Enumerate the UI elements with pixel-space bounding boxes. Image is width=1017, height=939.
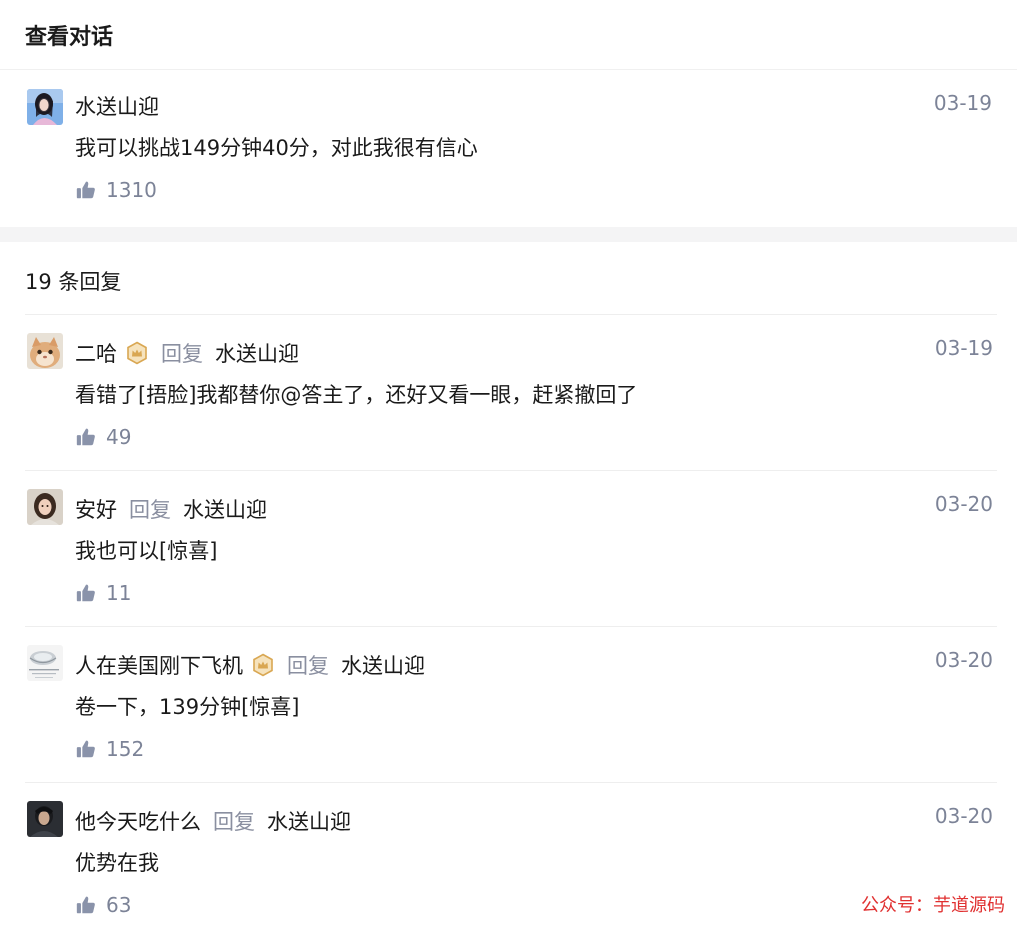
avatar[interactable]	[27, 333, 63, 369]
author-name[interactable]: 水送山迎	[75, 91, 159, 121]
like-button[interactable]: 11	[75, 578, 997, 608]
root-comment: 水送山迎 03-19 我可以挑战149分钟40分，对此我很有信心 1310	[0, 70, 1017, 227]
comment-date: 03-20	[934, 804, 993, 828]
author-name[interactable]: 他今天吃什么	[75, 806, 201, 836]
comment-date: 03-19	[934, 336, 993, 360]
thumbs-up-icon	[76, 584, 95, 602]
reply-item: 人在美国刚下飞机 回复 水送山迎 03-20 卷一下，139分钟[惊喜] 152	[25, 627, 997, 783]
reply-item: 二哈 回复 水送山迎 03-19 看错了[捂脸]我都替你@答主了，还好又看一眼，…	[25, 315, 997, 471]
section-divider	[0, 227, 1017, 242]
like-button[interactable]: 63	[75, 890, 997, 920]
thumbs-up-icon	[76, 428, 95, 446]
comment-text: 我可以挑战149分钟40分，对此我很有信心	[75, 136, 478, 160]
reply-label: 回复	[129, 498, 171, 522]
comment-date: 03-20	[934, 648, 993, 672]
page-header: 查看对话	[0, 0, 1017, 70]
author-line: 二哈 回复 水送山迎	[75, 336, 997, 370]
crown-badge-icon	[253, 653, 273, 677]
watermark: 公众号：芋道源码	[861, 895, 1005, 916]
like-count: 49	[106, 425, 132, 449]
reply-item: 安好 回复 水送山迎 03-20 我也可以[惊喜] 11	[25, 471, 997, 627]
comment-text: 优势在我	[75, 851, 159, 875]
reply-target[interactable]: 水送山迎	[341, 650, 425, 680]
comment-date: 03-19	[933, 91, 992, 115]
like-count: 1310	[106, 178, 157, 202]
like-button[interactable]: 1310	[75, 175, 1017, 205]
reply-target[interactable]: 水送山迎	[215, 338, 299, 368]
author-name[interactable]: 二哈	[75, 338, 117, 368]
author-line: 他今天吃什么 回复 水送山迎	[75, 804, 997, 838]
like-count: 152	[106, 737, 145, 761]
author-name[interactable]: 安好	[75, 494, 117, 524]
comment-text: 卷一下，139分钟[惊喜]	[75, 695, 300, 719]
reply-label: 回复	[161, 342, 203, 366]
page-title: 查看对话	[25, 24, 114, 50]
avatar[interactable]	[27, 645, 63, 681]
crown-badge-icon	[127, 341, 147, 365]
avatar[interactable]	[27, 489, 63, 525]
avatar[interactable]	[27, 89, 63, 125]
like-count: 63	[106, 893, 132, 917]
like-button[interactable]: 152	[75, 734, 997, 764]
reply-target[interactable]: 水送山迎	[267, 806, 351, 836]
reply-label: 回复	[287, 654, 329, 678]
reply-target[interactable]: 水送山迎	[183, 494, 267, 524]
author-name[interactable]: 人在美国刚下飞机	[75, 650, 243, 680]
comment-text: 看错了[捂脸]我都替你@答主了，还好又看一眼，赶紧撤回了	[75, 383, 638, 407]
author-line: 水送山迎	[75, 89, 1017, 123]
reply-item: 他今天吃什么 回复 水送山迎 03-20 优势在我 63	[25, 783, 997, 939]
like-count: 11	[106, 581, 132, 605]
avatar[interactable]	[27, 801, 63, 837]
thumbs-up-icon	[76, 896, 95, 914]
reply-list: 二哈 回复 水送山迎 03-19 看错了[捂脸]我都替你@答主了，还好又看一眼，…	[25, 314, 997, 939]
author-line: 安好 回复 水送山迎	[75, 492, 997, 526]
like-button[interactable]: 49	[75, 422, 997, 452]
thumbs-up-icon	[76, 181, 95, 199]
thumbs-up-icon	[76, 740, 95, 758]
reply-count: 19 条回复	[25, 270, 122, 294]
reply-label: 回复	[213, 810, 255, 834]
author-line: 人在美国刚下飞机 回复 水送山迎	[75, 648, 997, 682]
comment-date: 03-20	[934, 492, 993, 516]
comment-text: 我也可以[惊喜]	[75, 539, 218, 563]
replies-header: 19 条回复	[0, 242, 1017, 314]
